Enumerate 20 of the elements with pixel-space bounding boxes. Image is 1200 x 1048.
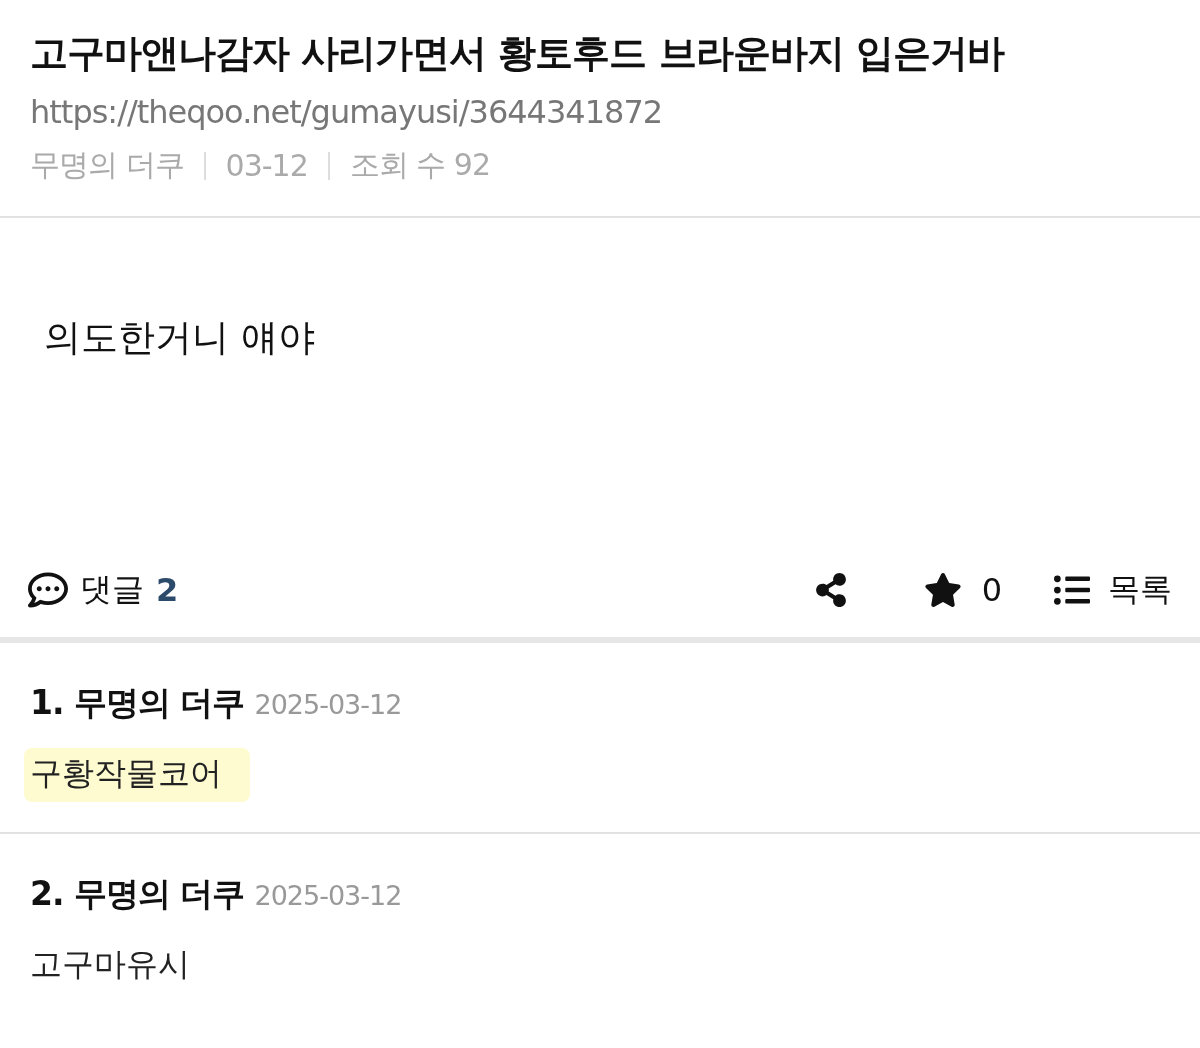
comment-text: 구황작물코어 [24,748,250,802]
post-url[interactable]: https://theqoo.net/gumayusi/3644341872 [30,93,1170,131]
view-count: 조회 수 92 [349,146,490,184]
share-icon[interactable] [813,573,848,607]
comment-author: 2. 무명의 더쿠 [30,873,245,915]
comment-author: 1. 무명의 더쿠 [30,682,245,724]
post-date: 03-12 [225,148,308,183]
list-label[interactable]: 목록 [1108,568,1172,612]
list-icon[interactable] [1054,572,1090,608]
post-body: 의도한거니 얘야 [44,316,315,359]
comments-label[interactable]: 댓글 [80,568,144,612]
comment-count[interactable]: 2 [156,571,179,609]
comment-date: 2025-03-12 [254,880,402,911]
star-icon[interactable] [923,571,962,609]
post-title: 고구마앤나감자 사리가면서 황토후드 브라운바지 입은거바 [30,30,1006,77]
comment-date: 2025-03-12 [254,689,402,720]
like-count: 0 [981,571,1002,609]
comment-icon[interactable] [28,570,68,610]
post-author: 무명의 더쿠 [30,146,184,184]
comment-text: 고구마유시 [29,944,191,985]
